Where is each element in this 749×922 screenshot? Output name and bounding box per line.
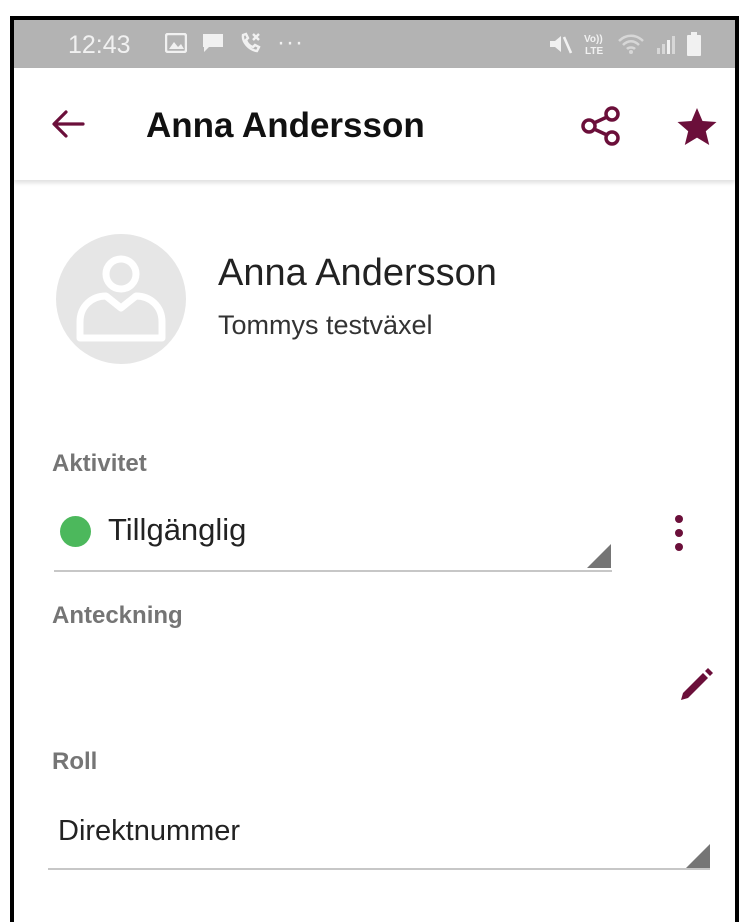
star-icon: [677, 108, 717, 145]
activity-more-button[interactable]: [664, 508, 694, 558]
activity-value: Tillgänglig: [108, 512, 247, 547]
activity-label: Aktivitet: [52, 450, 147, 477]
mute-icon: [547, 33, 573, 55]
avatar: [56, 234, 186, 364]
dropdown-corner-icon: [686, 844, 710, 868]
status-time: 12:43: [68, 31, 131, 59]
contact-organization: Tommys testväxel: [218, 310, 433, 340]
more-dot: [675, 515, 683, 523]
activity-underline: [54, 570, 612, 572]
note-text: [52, 650, 652, 710]
scroll-edge: [736, 768, 739, 922]
contact-name: Anna Andersson: [218, 252, 497, 294]
page-title: Anna Andersson: [146, 106, 425, 145]
share-button[interactable]: [579, 104, 623, 148]
share-icon: [581, 106, 620, 146]
signal-icon: [655, 33, 677, 55]
back-button[interactable]: [48, 104, 88, 144]
person-placeholder-icon: [76, 255, 166, 342]
dropdown-corner-icon: [587, 544, 611, 568]
role-label: Roll: [52, 748, 98, 775]
role-underline: [48, 868, 710, 870]
app-screen: 12:43 ··· Vo)) LTE Anna Andersson Anna A…: [10, 16, 739, 922]
activity-dropdown[interactable]: Tillgänglig: [52, 500, 612, 572]
volte-top-label: Vo)): [584, 34, 603, 45]
image-icon: [165, 33, 187, 53]
system-icons: Vo)) LTE: [537, 32, 701, 56]
volte-bottom-label: LTE: [585, 46, 603, 56]
favorite-button[interactable]: [672, 104, 722, 150]
message-icon: [201, 32, 225, 54]
role-dropdown[interactable]: Direktnummer: [58, 815, 240, 848]
more-notifications-icon: ···: [277, 29, 304, 56]
edit-note-button[interactable]: [674, 662, 718, 706]
more-dot: [675, 543, 683, 551]
app-bar: Anna Andersson: [14, 68, 735, 180]
arrow-left-icon: [52, 110, 85, 138]
pencil-icon: [681, 668, 713, 700]
note-label: Anteckning: [52, 602, 183, 629]
notification-icons: ···: [165, 29, 318, 56]
battery-icon: [687, 32, 701, 56]
more-dot: [675, 529, 683, 537]
status-bar: 12:43 ··· Vo)) LTE: [14, 20, 735, 68]
missed-call-icon: [239, 32, 263, 54]
wifi-icon: [617, 33, 645, 55]
status-dot: [60, 516, 91, 547]
volte-icon: Vo)) LTE: [583, 32, 607, 56]
